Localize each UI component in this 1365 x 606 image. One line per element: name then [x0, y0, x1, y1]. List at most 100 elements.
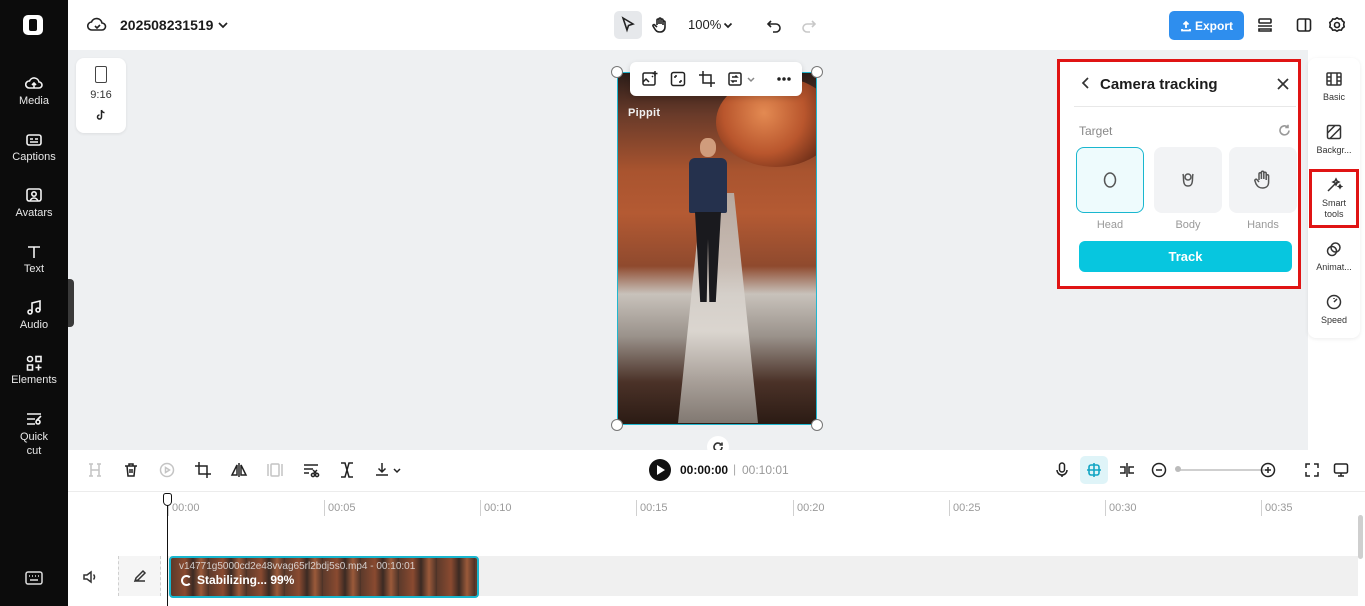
microphone-icon [1056, 462, 1068, 477]
ruler-tick [324, 500, 325, 516]
mirror-button[interactable] [230, 461, 248, 479]
ruler-label: 00:20 [797, 502, 825, 514]
back-button[interactable] [1079, 76, 1093, 90]
timeline-zoom-slider[interactable] [1177, 469, 1267, 471]
aspect-ratio-label: 9:16 [90, 89, 112, 101]
zoom-level[interactable]: 100% [688, 17, 721, 32]
track-button[interactable]: Track [1079, 241, 1292, 272]
auto-snap-button[interactable] [1080, 456, 1108, 484]
layers-icon [1258, 18, 1272, 32]
target-option-label: Hands [1247, 219, 1279, 231]
scissors-list-icon [304, 464, 320, 478]
target-option-hands[interactable] [1229, 147, 1297, 213]
tool-label: Animat... [1316, 262, 1352, 272]
volume-icon[interactable] [82, 570, 98, 584]
tiktok-icon [95, 108, 107, 120]
timeline-scrollbar[interactable] [1358, 515, 1363, 559]
freeze-button[interactable] [158, 461, 176, 479]
fullscreen-icon [1305, 463, 1319, 477]
fit-button[interactable] [669, 70, 687, 88]
project-name[interactable]: 202508231519 [120, 17, 213, 33]
cut-button[interactable] [302, 461, 320, 479]
select-tool-button[interactable] [614, 11, 642, 39]
keyboard-icon[interactable] [25, 571, 43, 585]
quick-cut-icon [25, 410, 43, 428]
zoom-out-button[interactable] [1150, 461, 1168, 479]
close-button[interactable] [1276, 77, 1290, 91]
redo-button[interactable] [795, 11, 823, 39]
cloud-sync-icon[interactable] [86, 16, 107, 34]
mirror-icon [230, 463, 248, 477]
slider-knob[interactable] [1175, 466, 1181, 472]
video-clip[interactable]: v14771g5000cd2e48vvag65rl2bdj5s0.mp4 - 0… [169, 556, 479, 598]
speed-icon [1326, 294, 1342, 310]
tool-background[interactable]: Backgr... [1308, 123, 1360, 155]
crop-button[interactable] [194, 461, 212, 479]
sidebar-item-captions[interactable]: Captions [0, 131, 68, 163]
chevron-down-icon[interactable] [392, 461, 402, 479]
video-preview[interactable]: Pippit [617, 72, 817, 425]
sidebar-item-elements[interactable]: Elements [0, 354, 68, 386]
align-button[interactable] [266, 461, 284, 479]
split-button[interactable] [86, 461, 104, 479]
split-view-button[interactable] [1118, 461, 1136, 479]
fullscreen-button[interactable] [1303, 461, 1321, 479]
crop-icon [195, 462, 211, 478]
ruler-label: 00:25 [953, 502, 981, 514]
resize-handle-bottom-left[interactable] [611, 419, 623, 431]
delete-button[interactable] [122, 461, 140, 479]
track-cover-edit[interactable] [118, 556, 161, 596]
chevron-down-icon[interactable] [216, 18, 230, 32]
preview-button[interactable] [1332, 461, 1350, 479]
play-button[interactable] [649, 459, 671, 481]
camera-tracking-panel: Camera tracking Target Head Body Hands T… [1057, 59, 1301, 289]
timeline-toolbar: 00:00:00 | 00:10:01 [68, 450, 1365, 492]
hand-tool-button[interactable] [646, 11, 674, 39]
fit-icon [670, 71, 686, 87]
tool-speed[interactable]: Speed [1308, 293, 1360, 325]
sidebar-item-text[interactable]: Text [0, 243, 68, 275]
frame-toolbar [630, 62, 802, 96]
layers-button[interactable] [1251, 11, 1279, 39]
resize-handle-top-left[interactable] [611, 66, 623, 78]
more-options-button[interactable] [775, 70, 793, 88]
sidebar-item-label: Audio [19, 319, 49, 331]
replace-image-button[interactable] [641, 70, 659, 88]
app-logo-icon[interactable] [23, 15, 43, 35]
resize-handle-top-right[interactable] [811, 66, 823, 78]
toggle-panel-button[interactable] [1290, 11, 1318, 39]
ruler-label: 00:10 [484, 502, 512, 514]
settings-button[interactable] [1323, 11, 1351, 39]
chevron-down-icon[interactable] [722, 18, 734, 30]
sidebar-item-label: Text [23, 263, 45, 275]
resize-handle-bottom-right[interactable] [811, 419, 823, 431]
tool-basic[interactable]: Basic [1308, 70, 1360, 102]
sidebar-item-media[interactable]: Media [0, 75, 68, 107]
chevron-down-icon[interactable] [746, 70, 756, 88]
editor-app: Media Captions Avatars Text Audio Elemen… [0, 0, 1365, 606]
aspect-ratio-selector[interactable]: 9:16 [76, 58, 126, 133]
tool-animation[interactable]: Animat... [1308, 240, 1360, 272]
playhead-handle[interactable] [163, 493, 172, 506]
export-button[interactable]: Export [1169, 11, 1244, 40]
timeline[interactable]: 00:00 00:05 00:10 00:15 00:20 00:25 00:3… [68, 492, 1365, 606]
sidebar-item-audio[interactable]: Audio [0, 299, 68, 331]
crop-button[interactable] [698, 70, 716, 88]
play-circle-icon [159, 462, 175, 478]
sidebar-item-quick-cut[interactable]: Quick cut [0, 410, 68, 458]
media-options-button[interactable] [727, 70, 745, 88]
record-audio-button[interactable] [1053, 461, 1071, 479]
download-button[interactable] [373, 461, 391, 479]
sidebar-item-avatars[interactable]: Avatars [0, 187, 68, 219]
target-option-head[interactable] [1076, 147, 1144, 213]
collapse-panel-handle[interactable] [68, 279, 74, 327]
basic-icon [1326, 72, 1342, 86]
sidebar-item-label: Elements [11, 374, 57, 386]
reset-icon[interactable] [1278, 124, 1291, 137]
target-option-body[interactable] [1154, 147, 1222, 213]
highlight-box [1309, 169, 1359, 228]
trim-button[interactable] [338, 461, 356, 479]
target-option-label: Body [1175, 219, 1201, 231]
undo-button[interactable] [760, 11, 788, 39]
zoom-in-button[interactable] [1259, 461, 1277, 479]
